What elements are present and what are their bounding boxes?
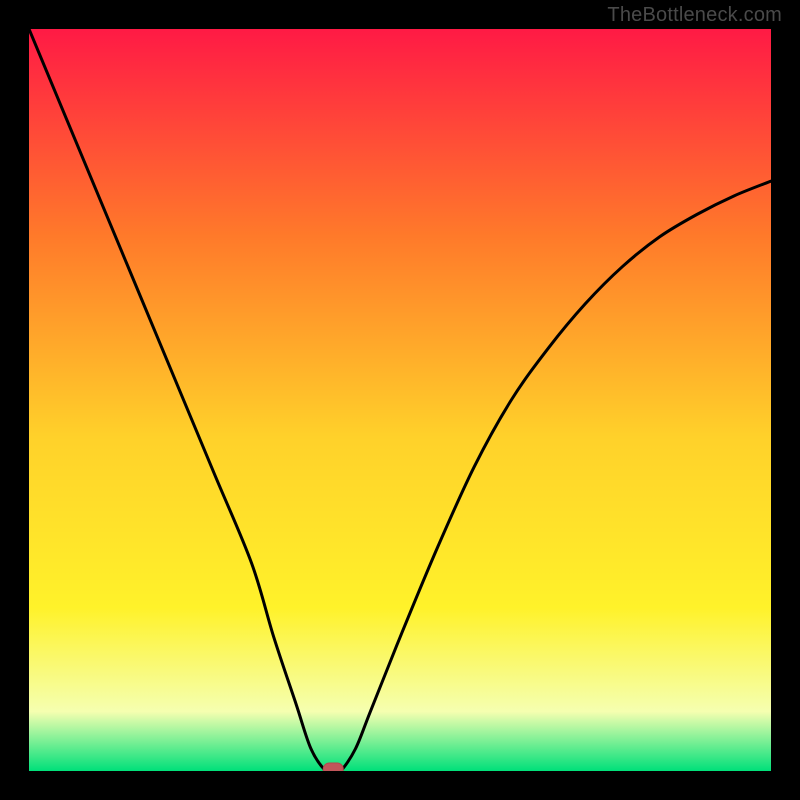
optimal-marker — [323, 763, 343, 771]
chart-container: TheBottleneck.com — [0, 0, 800, 800]
gradient-background — [29, 29, 771, 771]
bottleneck-chart — [29, 29, 771, 771]
watermark-text: TheBottleneck.com — [607, 4, 782, 27]
plot-area — [29, 29, 771, 771]
